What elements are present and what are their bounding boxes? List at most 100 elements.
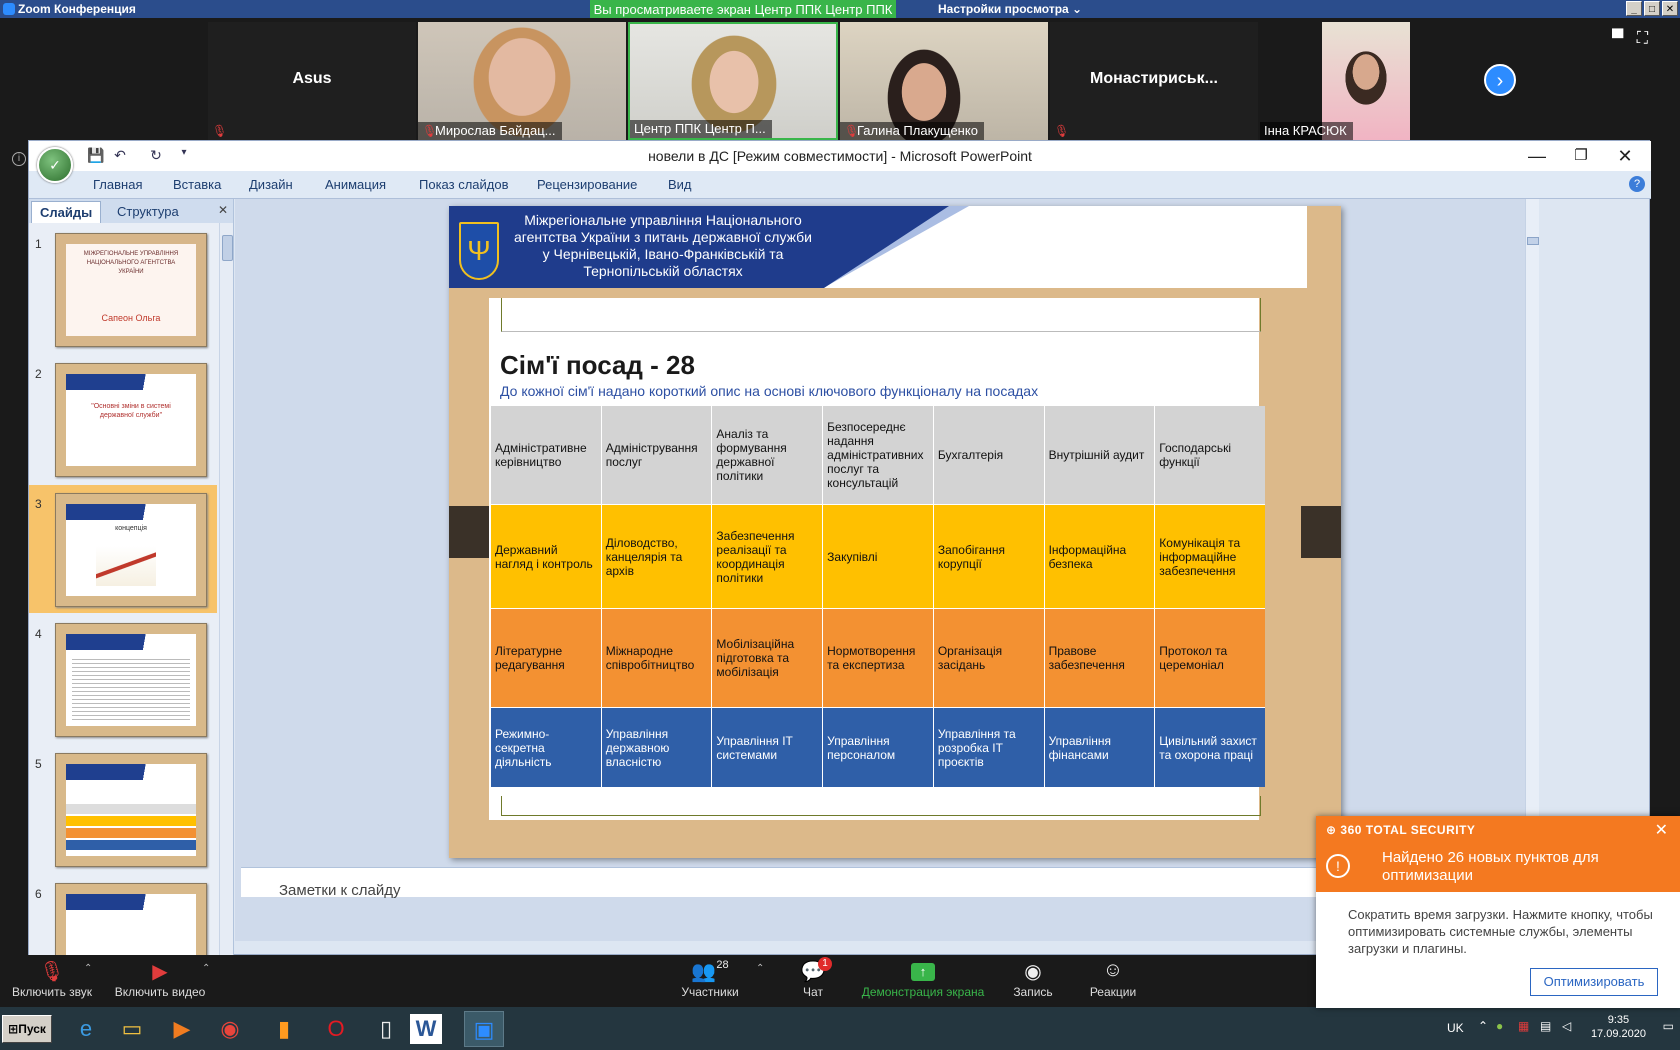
participant-tile[interactable]: 🎙Галина Плакущенко (840, 22, 1048, 140)
next-page-arrow-icon[interactable]: › (1484, 64, 1516, 96)
tab-design[interactable]: Дизайн (249, 177, 293, 192)
close-icon[interactable]: ✕ (218, 203, 228, 217)
participant-tile[interactable]: Asus 🎙 (208, 22, 416, 140)
printer-icon[interactable]: ▤ (1540, 1019, 1551, 1033)
share-screen-button[interactable]: ↑ Демонстрация экрана (858, 959, 988, 999)
slides-pane: Слайды Структура ✕ 1 МІЖРЕГІОНАЛЬНЕ УПРА… (29, 199, 234, 956)
tab-animation[interactable]: Анимация (325, 177, 386, 192)
job-family-cell: Запобігання корупції (933, 505, 1044, 608)
document-icon[interactable]: ▯ (366, 1011, 406, 1047)
slide-subtitle: До кожної сім'ї надано короткий опис на … (500, 383, 1039, 399)
share-screen-label: Демонстрация экрана (861, 985, 985, 999)
job-family-cell: Управління персоналом (823, 708, 933, 787)
job-family-cell: Цивільний захист та охорона праці (1155, 708, 1265, 787)
close-button[interactable]: ✕ (1662, 1, 1678, 16)
office-shield-icon[interactable]: ✓ (37, 147, 73, 183)
volume-icon[interactable]: ◁ (1562, 1019, 1571, 1033)
slide-decor (449, 506, 489, 558)
record-button[interactable]: ◉ Запись (1004, 959, 1062, 999)
scroll-thumb[interactable] (1527, 237, 1539, 245)
scroll-thumb[interactable] (222, 235, 233, 261)
slide-thumbnail[interactable]: 4 (29, 615, 217, 743)
clock[interactable]: 9:35 17.09.2020 (1591, 1013, 1646, 1041)
optimize-button[interactable]: Оптимизировать (1530, 968, 1658, 996)
internet-explorer-icon[interactable]: e (66, 1011, 106, 1047)
chevron-up-icon[interactable]: ⌃ (756, 963, 764, 974)
participants-button[interactable]: 👥28 Участники (670, 959, 750, 999)
job-family-cell: Організація засідань (933, 609, 1044, 707)
slide-thumbnail[interactable]: 1 МІЖРЕГІОНАЛЬНЕ УПРАВЛІННЯ НАЦІОНАЛЬНОГ… (29, 225, 217, 353)
maximize-button[interactable]: □ (1644, 1, 1660, 16)
network-icon[interactable]: ▦ (1518, 1019, 1529, 1033)
slide-thumbnail[interactable]: 2 "Основні зміни в системі державної слу… (29, 355, 217, 483)
unmute-button[interactable]: 🎙 Включить звук (8, 959, 96, 999)
participant-name: Інна КРАСЮК (1264, 123, 1347, 138)
view-options-button[interactable]: Настройки просмотра ⌄ (938, 2, 1082, 16)
undo-icon[interactable]: ↶ (111, 147, 129, 165)
tab-review[interactable]: Рецензирование (537, 177, 637, 192)
reactions-button[interactable]: ☺ Реакции (1080, 959, 1146, 999)
slide-thumbnail-selected[interactable]: 3 концепція (29, 485, 217, 613)
record-label: Запись (1013, 985, 1053, 999)
tab-slideshow[interactable]: Показ слайдов (419, 177, 509, 192)
360-tray-icon[interactable]: ● (1496, 1019, 1503, 1033)
start-button[interactable]: ⊞Пуск (2, 1015, 52, 1043)
participant-tile[interactable]: Монастириськ... 🎙 (1050, 22, 1258, 140)
chevron-up-icon[interactable]: ⌃ (84, 963, 92, 974)
show-desktop-icon[interactable]: ▭ (1663, 1019, 1674, 1033)
tab-insert[interactable]: Вставка (173, 177, 221, 192)
pane-scrollbar[interactable] (219, 223, 233, 956)
job-families-grid: Адміністративне керівництво Адмініструван… (491, 406, 1265, 787)
job-family-cell: Господарські функції (1155, 406, 1265, 504)
zoom-logo-icon (3, 3, 15, 15)
ppt-restore-button[interactable]: ❐ (1561, 145, 1601, 167)
help-icon[interactable]: ? (1629, 176, 1645, 192)
job-family-cell: Нормотворення та експертиза (823, 609, 933, 707)
fullscreen-icon[interactable]: ⛶ (1637, 30, 1648, 47)
minimize-button[interactable]: _ (1626, 1, 1642, 16)
tab-slides[interactable]: Слайды (31, 201, 102, 223)
participant-tile[interactable]: Інна КРАСЮК (1260, 22, 1468, 140)
layout-icon[interactable]: ▀ (1612, 30, 1623, 47)
file-explorer-icon[interactable]: ▭ (112, 1011, 152, 1047)
tab-outline[interactable]: Структура (109, 201, 187, 223)
view-layout-icons[interactable]: ▀ ⛶ (1612, 30, 1648, 48)
view-options-label: Настройки просмотра (938, 2, 1069, 16)
tray-expand-icon[interactable]: ⌃ (1478, 1019, 1488, 1033)
app-icon[interactable]: ▮ (264, 1011, 304, 1047)
unmute-label: Включить звук (11, 985, 93, 999)
chevron-up-icon[interactable]: ⌃ (202, 963, 210, 974)
info-icon[interactable]: i (12, 152, 26, 166)
save-icon[interactable]: 💾 (87, 147, 105, 165)
ppt-window-title: новели в ДС [Режим совместимости] - Micr… (648, 148, 1032, 164)
thumb-author: Сапеон Ольга (101, 313, 161, 323)
chrome-icon[interactable]: ◉ (210, 1011, 250, 1047)
chat-button[interactable]: 💬 1 Чат (790, 957, 836, 999)
ppt-close-button[interactable]: ✕ (1605, 145, 1645, 167)
job-family-cell: Адміністративне керівництво (491, 406, 601, 504)
participant-tile-active-speaker[interactable]: Центр ППК Центр П... (628, 22, 838, 140)
participant-name: Галина Плакущенко (857, 123, 978, 138)
job-family-cell: Інформаційна безпека (1044, 505, 1155, 608)
trident-coat-of-arms-icon: Ψ (459, 222, 499, 280)
zoom-icon[interactable]: ▣ (464, 1011, 504, 1047)
ribbon-tabs: Главная Вставка Дизайн Анимация Показ сл… (29, 171, 1651, 199)
job-family-cell: Діловодство, канцелярія та архів (601, 505, 712, 608)
start-video-button[interactable]: ▶ Включить видео (110, 959, 210, 999)
participant-tile[interactable]: 🎙Мирослав Байдац... (418, 22, 626, 140)
word-icon[interactable]: W (410, 1014, 442, 1044)
customize-qat-icon[interactable]: ▾ (175, 147, 193, 165)
job-family-cell: Адміністрування послуг (601, 406, 712, 504)
opera-icon[interactable]: O (316, 1011, 356, 1047)
tab-view[interactable]: Вид (668, 177, 692, 192)
slide-thumbnail[interactable]: 5 (29, 745, 217, 873)
language-indicator[interactable]: UK (1447, 1021, 1464, 1035)
ppt-minimize-button[interactable]: — (1517, 145, 1557, 167)
close-icon[interactable]: ✕ (1655, 820, 1668, 840)
job-family-cell: Управління та розробка ІТ проєктів (933, 708, 1044, 787)
slide-thumbnail[interactable]: 6 (29, 875, 217, 956)
slide-number: 1 (35, 237, 42, 251)
redo-icon[interactable]: ↻ (147, 147, 165, 165)
tab-home[interactable]: Главная (93, 177, 142, 192)
media-player-icon[interactable]: ▶ (162, 1011, 202, 1047)
